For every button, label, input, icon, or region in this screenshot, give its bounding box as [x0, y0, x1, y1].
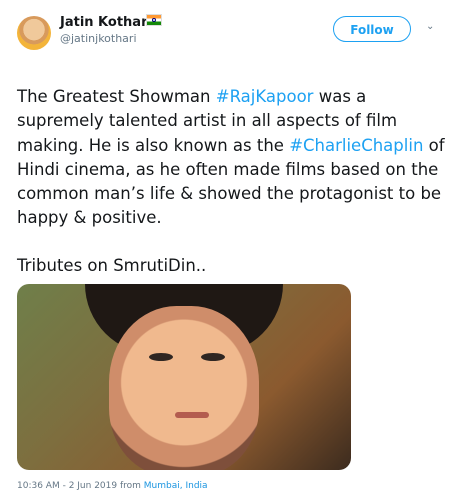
- image-left-eye: [149, 353, 173, 361]
- tweet-text: The Greatest Showman #RajKapoor was a su…: [17, 61, 447, 230]
- india-flag-icon: [146, 14, 162, 26]
- chevron-down-icon[interactable]: ⌄: [426, 22, 434, 32]
- timestamp-text: 10:36 AM - 2 Jun 2019 from: [17, 481, 144, 491]
- tweet-text-part1: The Greatest Showman: [17, 87, 216, 107]
- tweet-tribute-text: Tributes on SmrutiDin..: [17, 256, 207, 275]
- avatar[interactable]: [17, 16, 51, 50]
- follow-button[interactable]: Follow: [333, 16, 411, 42]
- username-handle[interactable]: @jatinjkothari: [60, 32, 137, 45]
- hashtag-charliechaplin[interactable]: #CharlieChaplin: [289, 136, 423, 155]
- chakra-icon: [152, 18, 156, 22]
- hashtag-rajkapoor[interactable]: #RajKapoor: [216, 87, 314, 106]
- tweet-image[interactable]: [17, 284, 351, 470]
- display-name[interactable]: Jatin Kothari: [60, 15, 152, 30]
- tweet-timestamp: 10:36 AM - 2 Jun 2019 from Mumbai, India: [17, 481, 208, 491]
- image-face: [109, 306, 259, 470]
- image-mouth: [175, 412, 209, 418]
- image-right-eye: [201, 353, 225, 361]
- location-link[interactable]: Mumbai, India: [144, 481, 208, 491]
